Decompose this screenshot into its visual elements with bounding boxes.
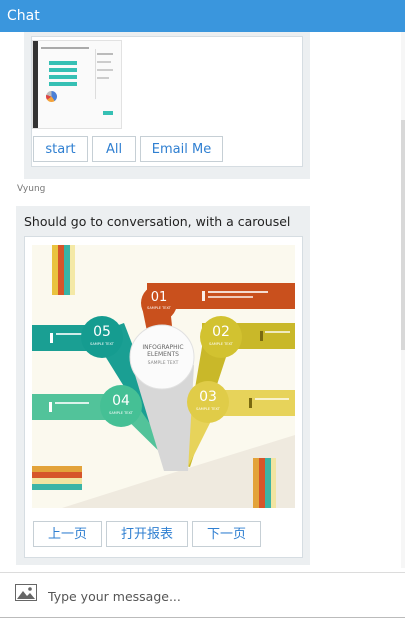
report-thumbnail-image <box>32 40 122 129</box>
step-04-label: SAMPLE TEXT <box>109 411 134 415</box>
infographic-tag: SAMPLE TEXT <box>148 360 179 366</box>
color-stripes-bottom-left <box>32 466 82 490</box>
step-03-label: SAMPLE TEXT <box>196 407 221 411</box>
image-upload-icon[interactable] <box>15 584 37 601</box>
email-me-button[interactable]: Email Me <box>140 136 223 162</box>
infographic-title: INFOGRAPHIC <box>142 344 183 351</box>
chat-title-bar: Chat <box>0 0 405 32</box>
color-stripes-top <box>52 245 75 295</box>
step-01-label: SAMPLE TEXT <box>147 306 172 310</box>
open-report-button[interactable]: 打开报表 <box>106 521 188 547</box>
start-button[interactable]: start <box>33 136 88 162</box>
step-03-number: 03 <box>199 389 217 405</box>
step-05-number: 05 <box>93 324 111 340</box>
chat-title: Chat <box>7 8 40 24</box>
color-stripes-bottom-right <box>253 458 276 508</box>
infographic-image[interactable]: INFOGRAPHIC ELEMENTS SAMPLE TEXT 01 SAMP… <box>32 245 295 508</box>
infographic-subtitle: ELEMENTS <box>147 351 179 358</box>
next-page-button[interactable]: 下一页 <box>192 521 261 547</box>
message-composer <box>0 572 405 617</box>
message-sender: Vyung <box>17 184 46 194</box>
message-input[interactable] <box>46 583 390 609</box>
step-05-label: SAMPLE TEXT <box>90 342 115 346</box>
previous-page-button[interactable]: 上一页 <box>33 521 102 547</box>
step-04-number: 04 <box>112 393 130 409</box>
all-button[interactable]: All <box>92 136 136 162</box>
scrollbar-thumb[interactable] <box>401 120 405 350</box>
step-02-label: SAMPLE TEXT <box>209 342 234 346</box>
step-02-number: 02 <box>212 324 230 340</box>
message-text: Should go to conversation, with a carous… <box>24 214 291 229</box>
step-01-number: 01 <box>151 290 168 305</box>
